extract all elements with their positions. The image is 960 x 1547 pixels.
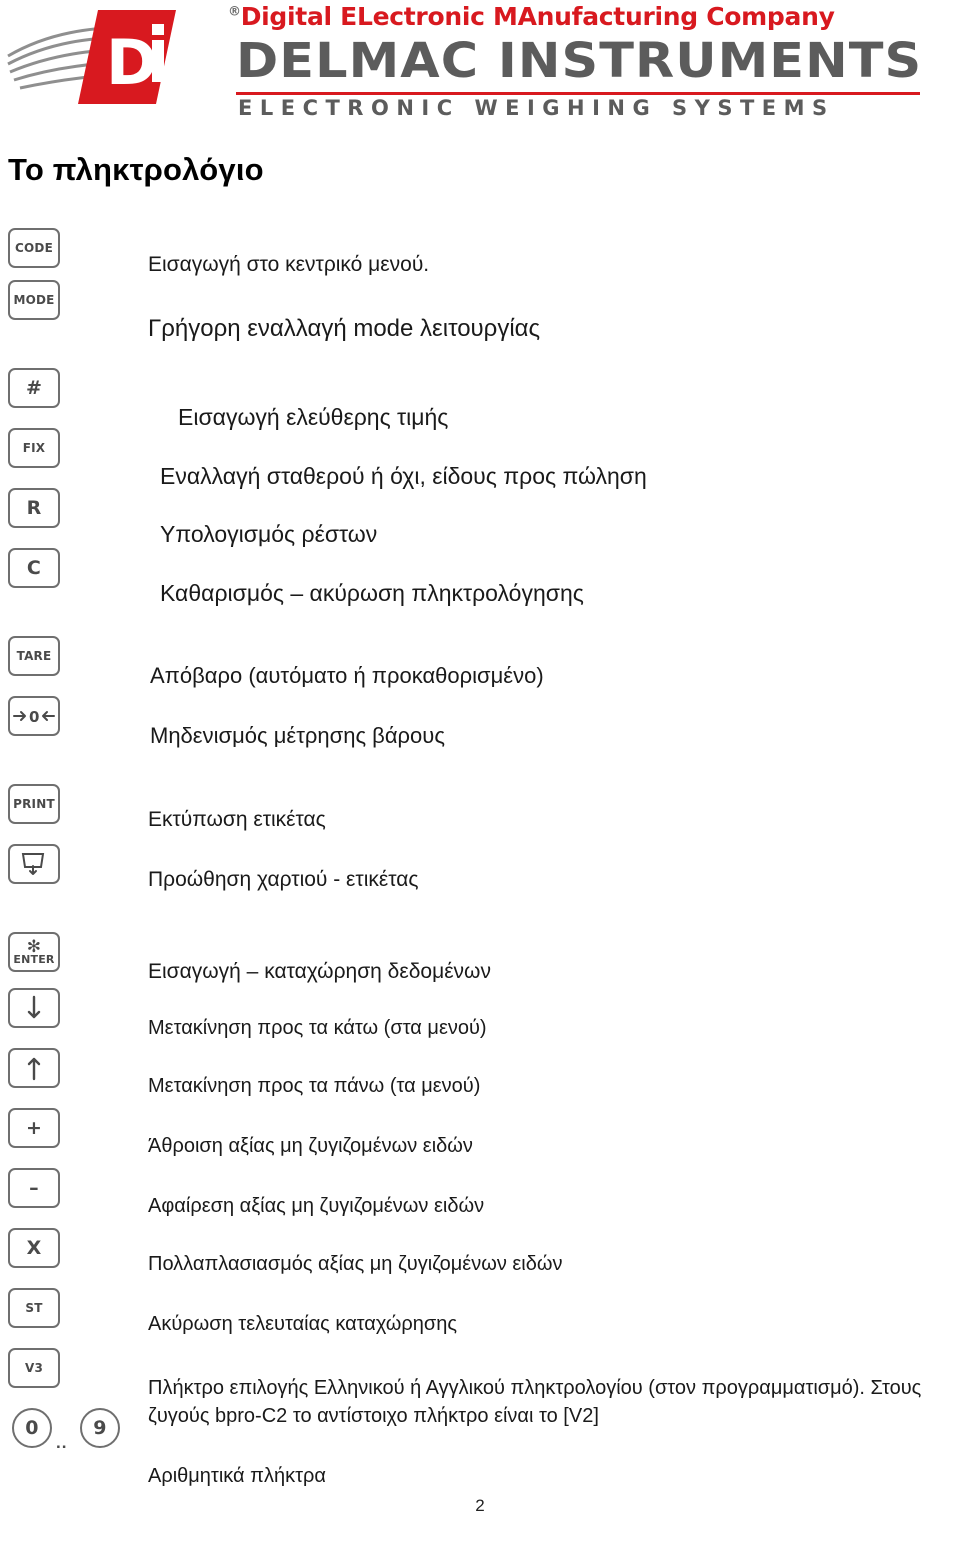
key-num-0: 0 (12, 1408, 52, 1448)
key-zero: 0 (8, 696, 60, 736)
key-num-0-label: 0 (25, 1417, 39, 1439)
desc-enter: Εισαγωγή – καταχώρηση δεδομένων (148, 960, 491, 983)
key-mode-label: MODE (13, 293, 55, 307)
key-hash-label: # (25, 377, 43, 399)
desc-minus: Αφαίρεση αξίας μη ζυγιζομένων ειδών (148, 1195, 485, 1217)
brand-tagline-text: Digital ELectronic MAnufacturing Company (240, 2, 835, 31)
desc-numeric: Αριθμητικά πλήκτρα (148, 1465, 326, 1487)
key-arrow-down (8, 988, 60, 1028)
key-minus-label: – (29, 1177, 39, 1199)
brand-tagline: ®Digital ELectronic MAnufacturing Compan… (228, 2, 835, 31)
key-r-label: R (26, 497, 42, 519)
key-st-label: ST (25, 1301, 43, 1315)
desc-v3: Πλήκτρο επιλογής Ελληνικού ή Αγγλικού πλ… (148, 1377, 922, 1427)
key-print-label: PRINT (13, 797, 55, 811)
desc-r: Υπολογισμός ρέστων (160, 521, 378, 547)
svg-text:D: D (106, 26, 157, 99)
desc-plus: Άθροιση αξίας μη ζυγιζομένων ειδών (148, 1135, 473, 1157)
arrow-up-icon (27, 1057, 41, 1081)
registered-mark-icon: ® (228, 4, 241, 20)
desc-zero: Μηδενισμός μέτρησης βάρους (150, 723, 445, 748)
key-fix-label: FIX (22, 441, 46, 455)
delmac-logo-icon: D (6, 4, 256, 112)
desc-feed: Προώθηση χαρτιού - ετικέτας (148, 868, 419, 891)
key-v3: V3 (8, 1348, 60, 1388)
key-mode: MODE (8, 280, 60, 320)
desc-up: Μετακίνηση προς τα πάνω (τα μενού) (148, 1075, 481, 1097)
key-code: CODE (8, 228, 60, 268)
key-tare-label: TARE (16, 649, 52, 663)
paper-feed-icon (21, 853, 45, 875)
key-enter-label: ENTER (13, 953, 55, 966)
key-tare: TARE (8, 636, 60, 676)
brand-name: DELMAC INSTRUMENTS (236, 33, 923, 89)
arrow-down-icon (27, 995, 41, 1019)
key-fix: FIX (8, 428, 60, 468)
key-code-label: CODE (15, 241, 53, 255)
desc-print: Εκτύπωση ετικέτας (148, 808, 326, 831)
desc-c: Καθαρισμός – ακύρωση πληκτρολόγησης (160, 580, 584, 606)
desc-tare: Απόβαρο (αυτόματο ή προκαθορισμένο) (150, 663, 544, 688)
key-plus: + (8, 1108, 60, 1148)
key-c-label: C (26, 557, 42, 579)
key-x: X (8, 1228, 60, 1268)
svg-text:0: 0 (29, 708, 40, 725)
zero-arrows-icon: 0 (13, 708, 55, 725)
key-num-9: 9 (80, 1408, 120, 1448)
page-title: Το πληκτρολόγιο (8, 152, 264, 187)
desc-mode: Γρήγορη εναλλαγή mode λειτουργίας (148, 315, 541, 342)
key-plus-label: + (25, 1117, 43, 1139)
key-enter: ✻ ENTER (8, 932, 60, 972)
key-range-dots: .. (56, 1433, 68, 1452)
key-minus: – (8, 1168, 60, 1208)
desc-down: Μετακίνηση προς τα κάτω (στα μενού) (148, 1017, 487, 1039)
brand-divider (236, 92, 920, 95)
key-num-9-label: 9 (93, 1417, 107, 1439)
key-arrow-up (8, 1048, 60, 1088)
desc-st: Ακύρωση τελευταίας καταχώρησης (148, 1313, 458, 1335)
key-feed (8, 844, 60, 884)
key-c: C (8, 548, 60, 588)
key-print: PRINT (8, 784, 60, 824)
key-hash: # (8, 368, 60, 408)
key-st: ST (8, 1288, 60, 1328)
desc-code: Εισαγωγή στο κεντρικό μενού. (148, 253, 430, 276)
document-header: D ®Digital ELectronic MAnufacturing Comp… (0, 0, 960, 140)
key-x-label: X (26, 1237, 42, 1259)
desc-hash: Εισαγωγή ελεύθερης τιμής (178, 404, 449, 430)
desc-x: Πολλαπλασιασμός αξίας μη ζυγιζομένων ειδ… (148, 1253, 563, 1275)
key-r: R (8, 488, 60, 528)
page-number: 2 (475, 1496, 485, 1515)
key-v3-label: V3 (24, 1361, 44, 1375)
brand-subtitle: ELECTRONIC WEIGHING SYSTEMS (238, 96, 835, 120)
desc-fix: Εναλλαγή σταθερού ή όχι, είδους προς πώλ… (160, 463, 647, 489)
